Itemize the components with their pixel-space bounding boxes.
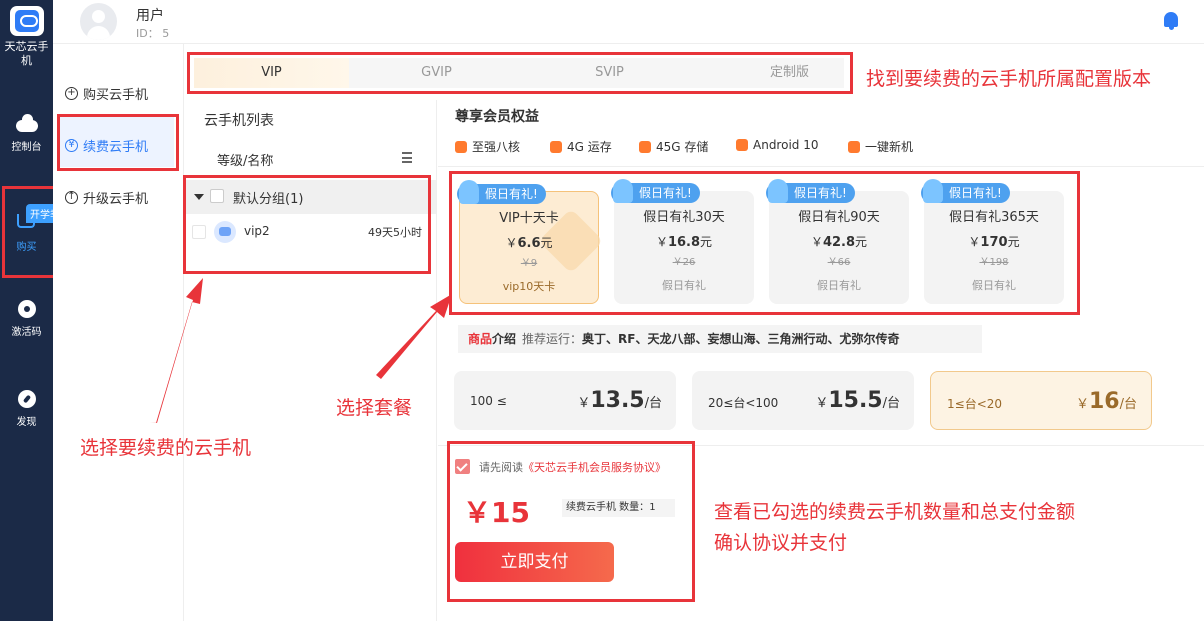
- perk-ram-label: 4G 运存: [567, 140, 612, 154]
- avatar[interactable]: [80, 3, 117, 40]
- highlight-box-renew: [57, 114, 179, 171]
- arrow-up-circle-icon: ↑: [65, 191, 78, 204]
- perk-new-device: 一键新机: [848, 138, 913, 155]
- nav-console[interactable]: 控制台: [0, 114, 53, 153]
- nav-console-label: 控制台: [11, 142, 42, 153]
- device-list-header: 等级/名称: [217, 154, 274, 169]
- nav-discover-label: 发现: [16, 417, 37, 428]
- brand-name: 天芯云手机: [4, 40, 49, 67]
- highlight-box-device-list: [183, 175, 431, 274]
- annotation-plans: 选择套餐: [336, 397, 413, 419]
- menu-buy-label: 购买云手机: [83, 88, 149, 103]
- nav-activation-label: 激活码: [11, 327, 42, 338]
- tier-range: 20≤台<100: [708, 396, 779, 410]
- annotation-pay-line1: 查看已勾选的续费云手机数量和总支付金额: [714, 501, 1076, 523]
- cloud-icon: [15, 114, 38, 132]
- highlight-box-plans: [449, 171, 1080, 315]
- tier-currency: ￥: [815, 396, 829, 411]
- cpu-icon: [455, 140, 467, 153]
- perk-android: Android 10: [736, 138, 818, 152]
- menu-upgrade-label: 升级云手机: [83, 192, 149, 207]
- perk-storage: 45G 存储: [639, 138, 708, 155]
- menu-upgrade-phone[interactable]: ↑ 升级云手机: [65, 188, 148, 207]
- perk-storage-label: 45G 存储: [656, 140, 709, 154]
- key-icon: [17, 300, 36, 318]
- bell-icon[interactable]: [1164, 12, 1178, 30]
- tier-price: ￥16/台: [1076, 389, 1137, 414]
- product-intro: 商品介绍 推荐运行：奥丁、RF、天龙八部、妄想山海、三角洲行动、尤弥尔传奇: [458, 325, 982, 353]
- highlight-box-tabs: [187, 52, 853, 94]
- perk-new-device-label: 一键新机: [865, 140, 914, 154]
- tier-price-value: 16: [1088, 389, 1120, 414]
- tier-range: 100 ≤: [470, 394, 507, 408]
- recommend-label: 推荐运行：: [522, 332, 583, 346]
- nav-activation[interactable]: 激活码: [0, 300, 53, 338]
- side-menu: + 购买云手机 ¥ 续费云手机 ↑ 升级云手机: [53, 44, 184, 621]
- tier-range: 1≤台<20: [947, 397, 1003, 411]
- price-tier: 20≤台<100 ￥15.5/台: [692, 371, 914, 430]
- perk-cpu: 至强八核: [455, 138, 520, 155]
- new-device-icon: [848, 140, 860, 153]
- tier-price: ￥13.5/台: [577, 388, 662, 413]
- annotation-tabs: 找到要续费的云手机所属配置版本: [866, 68, 1152, 90]
- device-list-title: 云手机列表: [204, 113, 274, 129]
- divider: [438, 166, 1204, 167]
- price-tier: 1≤台<20 ￥16/台: [930, 371, 1152, 430]
- top-bar: 用户 ID： 5: [53, 0, 1204, 44]
- user-name: 用户: [136, 8, 164, 24]
- tier-price-value: 15.5: [828, 388, 883, 413]
- intro-label-red: 商品: [468, 332, 493, 346]
- tier-price: ￥15.5/台: [815, 388, 900, 413]
- left-rail: 天芯云手机 控制台 开学季 购买 激活码 发现: [0, 0, 64, 621]
- memory-icon: [550, 140, 562, 153]
- tier-unit: /台: [1119, 397, 1137, 412]
- annotation-device-list: 选择要续费的云手机: [80, 437, 252, 459]
- app-logo: [10, 6, 44, 36]
- perk-android-label: Android 10: [753, 138, 819, 152]
- benefits-title: 尊享会员权益: [455, 109, 539, 125]
- user-id: ID： 5: [136, 27, 170, 40]
- storage-icon: [639, 140, 651, 153]
- compass-icon: [17, 390, 36, 408]
- tier-currency: ￥: [1075, 397, 1089, 412]
- perk-cpu-label: 至强八核: [472, 140, 521, 154]
- tier-price-value: 13.5: [590, 388, 645, 413]
- highlight-box-payment: [447, 441, 695, 602]
- tier-currency: ￥: [577, 396, 591, 411]
- menu-buy-phone[interactable]: + 购买云手机: [65, 84, 148, 103]
- tier-unit: /台: [644, 396, 662, 411]
- annotation-pay-line2: 确认协议并支付: [714, 532, 848, 554]
- plus-circle-icon: +: [65, 87, 78, 100]
- android-icon: [736, 139, 748, 151]
- intro-label: 介绍: [492, 332, 517, 346]
- recommend-games: 奥丁、RF、天龙八部、妄想山海、三角洲行动、尤弥尔传奇: [582, 332, 900, 346]
- nav-discover[interactable]: 发现: [0, 390, 53, 428]
- price-tier: 100 ≤ ￥13.5/台: [454, 371, 676, 430]
- sort-icon[interactable]: [402, 152, 412, 163]
- perk-ram: 4G 运存: [550, 138, 612, 155]
- tier-unit: /台: [882, 396, 900, 411]
